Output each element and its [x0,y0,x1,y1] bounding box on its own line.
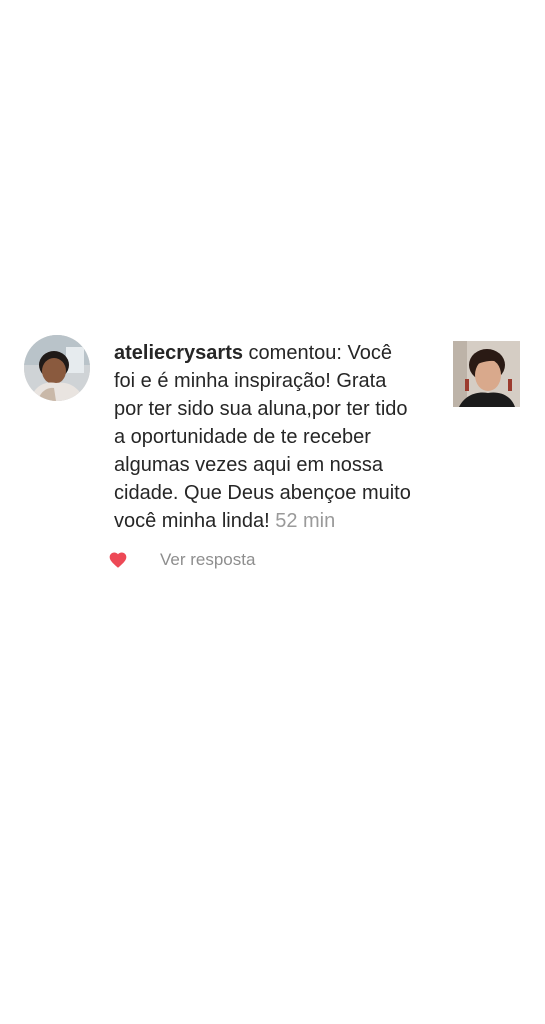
comment-notification[interactable]: ateliecrysarts comentou: Você foi e é mi… [0,330,545,580]
heart-icon[interactable] [108,550,128,570]
post-thumbnail[interactable] [453,341,520,407]
view-reply-link[interactable]: Ver resposta [160,550,255,570]
thumbnail-photo-icon [453,341,520,407]
comment-body: Você foi e é minha inspiração! Grata por… [114,342,411,532]
notification-actions: Ver resposta [108,548,255,572]
comment-timestamp: 52 min [275,510,336,532]
comment-text: ateliecrysarts comentou: Você foi e é mi… [114,339,414,535]
user-avatar[interactable] [24,335,90,401]
comment-username[interactable]: ateliecrysarts [114,342,243,364]
comment-verb: comentou: [242,342,348,364]
avatar-photo-icon [24,335,90,401]
